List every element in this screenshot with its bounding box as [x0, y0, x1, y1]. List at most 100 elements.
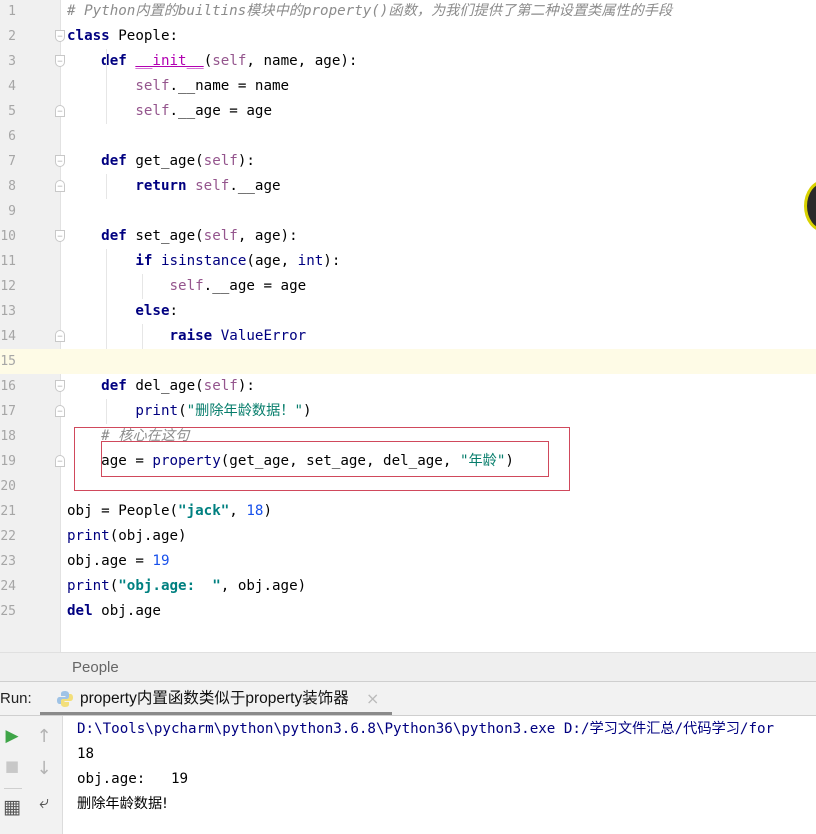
line-number[interactable]: 22 [0, 524, 16, 549]
code-line[interactable]: 13 else: [0, 299, 816, 324]
console-line: obj.age: 19 [77, 771, 189, 787]
fold-collapse-icon[interactable]: − [55, 30, 65, 42]
stop-icon[interactable]: ■ [2, 756, 22, 776]
code-token: raise [169, 328, 213, 344]
code-line[interactable]: 22 print(obj.age) [0, 524, 816, 549]
code-line[interactable]: 4 self.__name = name [0, 74, 816, 99]
code-line[interactable]: 6 [0, 124, 816, 149]
code-text: # Python内置的builtins模块中的property()函数，为我们提… [67, 0, 672, 24]
line-number[interactable]: 5 [0, 99, 16, 124]
layout-icon[interactable]: ▦ [1, 796, 23, 818]
line-number[interactable]: 24 [0, 574, 16, 599]
fold-collapse-icon[interactable]: − [55, 230, 65, 242]
code-line[interactable]: 9 [0, 199, 816, 224]
close-tab-icon[interactable]: × [366, 682, 379, 716]
indent-guide [142, 324, 143, 349]
line-number[interactable]: 18 [0, 424, 16, 449]
fold-collapse-icon[interactable]: − [55, 380, 65, 392]
line-number[interactable]: 8 [0, 174, 16, 199]
line-number[interactable]: 4 [0, 74, 16, 99]
fold-end-icon[interactable]: − [55, 455, 65, 467]
soft-wrap-icon[interactable]: ⤶ [32, 790, 56, 814]
line-number[interactable]: 7 [0, 149, 16, 174]
code-text: def get_age(self): [67, 149, 255, 174]
line-number[interactable]: 25 [0, 599, 16, 624]
line-number[interactable]: 19 [0, 449, 16, 474]
run-config-tab[interactable]: property内置函数类似于property装饰器 × [42, 682, 392, 716]
fold-end-icon[interactable]: − [55, 405, 65, 417]
code-line[interactable]: 14 − raise ValueError [0, 324, 816, 349]
code-line[interactable]: 15 [0, 349, 816, 374]
code-token: ): [237, 378, 255, 394]
code-token: "删除年龄数据！" [186, 403, 304, 419]
code-line[interactable]: 5 − self.__age = age [0, 99, 816, 124]
line-number[interactable]: 13 [0, 299, 16, 324]
code-token: 18 [246, 503, 264, 519]
code-line[interactable]: 12 self.__age = age [0, 274, 816, 299]
fold-end-icon[interactable]: − [55, 330, 65, 342]
fold-end-icon[interactable]: − [55, 105, 65, 117]
line-number[interactable]: 6 [0, 124, 16, 149]
code-token: .__age [229, 178, 281, 194]
code-token: def [101, 228, 127, 244]
line-number[interactable]: 2 [0, 24, 16, 49]
line-number[interactable]: 3 [0, 49, 16, 74]
code-token: ( [178, 403, 187, 419]
line-number[interactable]: 10 [0, 224, 16, 249]
fold-end-icon[interactable]: − [55, 180, 65, 192]
line-number[interactable]: 9 [0, 199, 16, 224]
code-line[interactable]: 21 obj = People("jack", 18) [0, 499, 816, 524]
code-line[interactable]: 7 − def get_age(self): [0, 149, 816, 174]
code-line[interactable]: 2 − class People: [0, 24, 816, 49]
code-token: get_age( [126, 153, 204, 169]
code-token: int [297, 253, 324, 269]
run-icon[interactable]: ▶ [2, 726, 22, 746]
code-token: class [67, 28, 110, 44]
code-token: ) [263, 503, 273, 519]
line-number[interactable]: 16 [0, 374, 16, 399]
code-line[interactable]: 1 # Python内置的builtins模块中的property()函数，为我们… [0, 0, 816, 24]
code-editor[interactable]: 1 # Python内置的builtins模块中的property()函数，为我们… [0, 0, 816, 652]
code-token: (obj.age) [109, 528, 187, 544]
code-token: self [203, 378, 238, 394]
code-line[interactable]: 10 − def set_age(self, age): [0, 224, 816, 249]
line-number[interactable]: 23 [0, 549, 16, 574]
line-number[interactable]: 17 [0, 399, 16, 424]
line-number[interactable]: 20 [0, 474, 16, 499]
line-number[interactable]: 11 [0, 249, 16, 274]
code-line[interactable]: 11 if isinstance(age, int): [0, 249, 816, 274]
code-line[interactable]: 8 − return self.__age [0, 174, 816, 199]
code-text: self.__age = age [67, 274, 307, 299]
code-line[interactable]: 17 − print("删除年龄数据！") [0, 399, 816, 424]
line-number[interactable]: 12 [0, 274, 16, 299]
code-line[interactable]: 3 − def __init__(self, name, age): [0, 49, 816, 74]
code-token: obj = People( [67, 503, 179, 519]
python-icon [57, 691, 73, 707]
breadcrumb-item-people[interactable]: People [72, 653, 119, 683]
code-token: set_age( [126, 228, 204, 244]
fold-collapse-icon[interactable]: − [55, 155, 65, 167]
line-number[interactable]: 14 [0, 324, 16, 349]
code-token: , [229, 503, 247, 519]
run-toolbar: Run: property内置函数类似于property装饰器 × [0, 682, 816, 716]
code-line[interactable]: 24 print("obj.age: ", obj.age) [0, 574, 816, 599]
code-token: else [135, 303, 170, 319]
code-token: self [135, 103, 170, 119]
code-token: ) [303, 403, 312, 419]
code-token: self [212, 53, 247, 69]
code-line[interactable]: 23 obj.age = 19 [0, 549, 816, 574]
line-number[interactable]: 21 [0, 499, 16, 524]
line-number[interactable]: 1 [0, 0, 16, 24]
scroll-down-icon[interactable]: ↓ [32, 756, 56, 780]
console-output[interactable]: D:\Tools\pycharm\python\python3.6.8\Pyth… [63, 716, 816, 834]
code-token: def [101, 153, 127, 169]
fold-collapse-icon[interactable]: − [55, 55, 65, 67]
scroll-up-icon[interactable]: ↑ [32, 724, 56, 748]
code-token: , obj.age) [220, 578, 307, 594]
line-number[interactable]: 15 [0, 349, 16, 374]
code-line[interactable]: 25 del obj.age [0, 599, 816, 624]
code-line[interactable]: 16 − def del_age(self): [0, 374, 816, 399]
